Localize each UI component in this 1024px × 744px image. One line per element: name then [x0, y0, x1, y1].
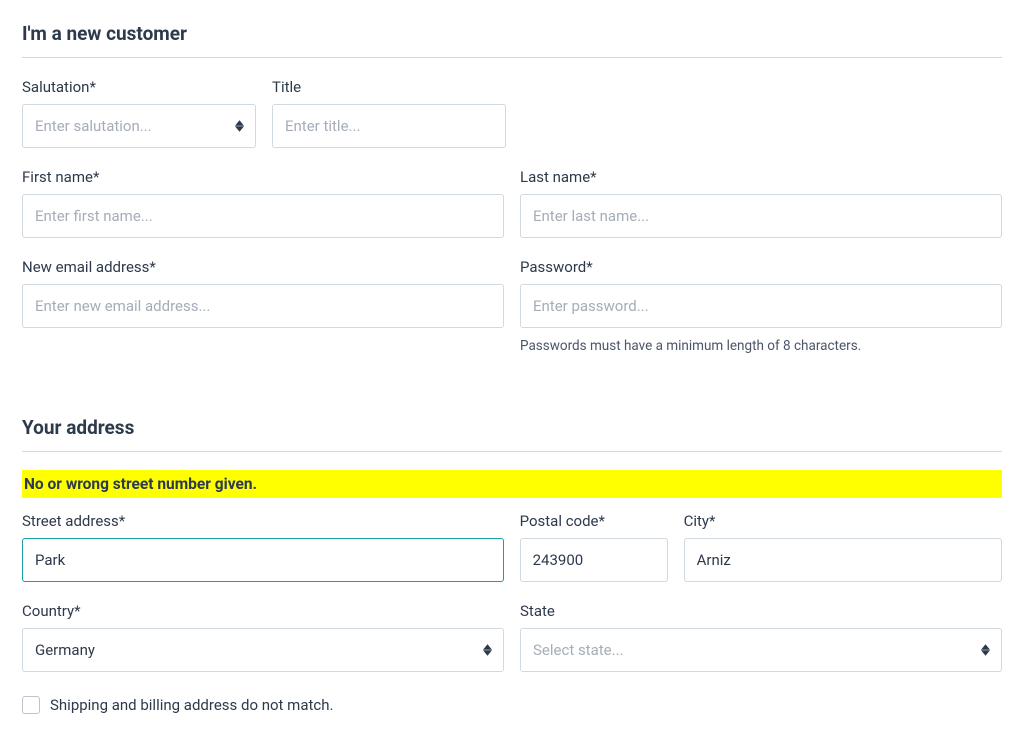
password-label: Password* — [520, 258, 1002, 276]
salutation-select[interactable]: Enter salutation... — [22, 104, 256, 148]
street-group: Street address* — [22, 512, 504, 582]
postal-input[interactable] — [520, 538, 668, 582]
email-input[interactable] — [22, 284, 504, 328]
title-group: Title — [272, 78, 506, 148]
city-label: City* — [684, 512, 1002, 530]
street-input[interactable] — [22, 538, 504, 582]
divider — [22, 57, 1002, 58]
city-input[interactable] — [684, 538, 1002, 582]
shipping-billing-label: Shipping and billing address do not matc… — [50, 696, 333, 714]
password-help-text: Passwords must have a minimum length of … — [520, 338, 1002, 354]
city-group: City* — [684, 512, 1002, 582]
state-select[interactable]: Select state... — [520, 628, 1002, 672]
divider — [22, 451, 1002, 452]
salutation-group: Salutation* Enter salutation... — [22, 78, 256, 148]
checkbox-icon[interactable] — [22, 696, 40, 714]
shipping-billing-mismatch-row[interactable]: Shipping and billing address do not matc… — [22, 696, 1002, 714]
country-select[interactable]: Germany — [22, 628, 504, 672]
first-name-group: First name* — [22, 168, 504, 238]
password-group: Password* Passwords must have a minimum … — [520, 258, 1002, 354]
title-label: Title — [272, 78, 506, 96]
state-label: State — [520, 602, 1002, 620]
new-customer-heading: I'm a new customer — [22, 22, 1002, 45]
email-group: New email address* — [22, 258, 504, 328]
last-name-input[interactable] — [520, 194, 1002, 238]
last-name-group: Last name* — [520, 168, 1002, 238]
first-name-input[interactable] — [22, 194, 504, 238]
country-group: Country* Germany — [22, 602, 504, 672]
last-name-label: Last name* — [520, 168, 1002, 186]
country-label: Country* — [22, 602, 504, 620]
password-input[interactable] — [520, 284, 1002, 328]
title-input[interactable] — [272, 104, 506, 148]
salutation-label: Salutation* — [22, 78, 256, 96]
address-heading: Your address — [22, 416, 1002, 439]
street-label: Street address* — [22, 512, 504, 530]
postal-group: Postal code* — [520, 512, 668, 582]
email-label: New email address* — [22, 258, 504, 276]
postal-label: Postal code* — [520, 512, 668, 530]
street-number-alert: No or wrong street number given. — [22, 470, 1002, 498]
first-name-label: First name* — [22, 168, 504, 186]
state-group: State Select state... — [520, 602, 1002, 672]
